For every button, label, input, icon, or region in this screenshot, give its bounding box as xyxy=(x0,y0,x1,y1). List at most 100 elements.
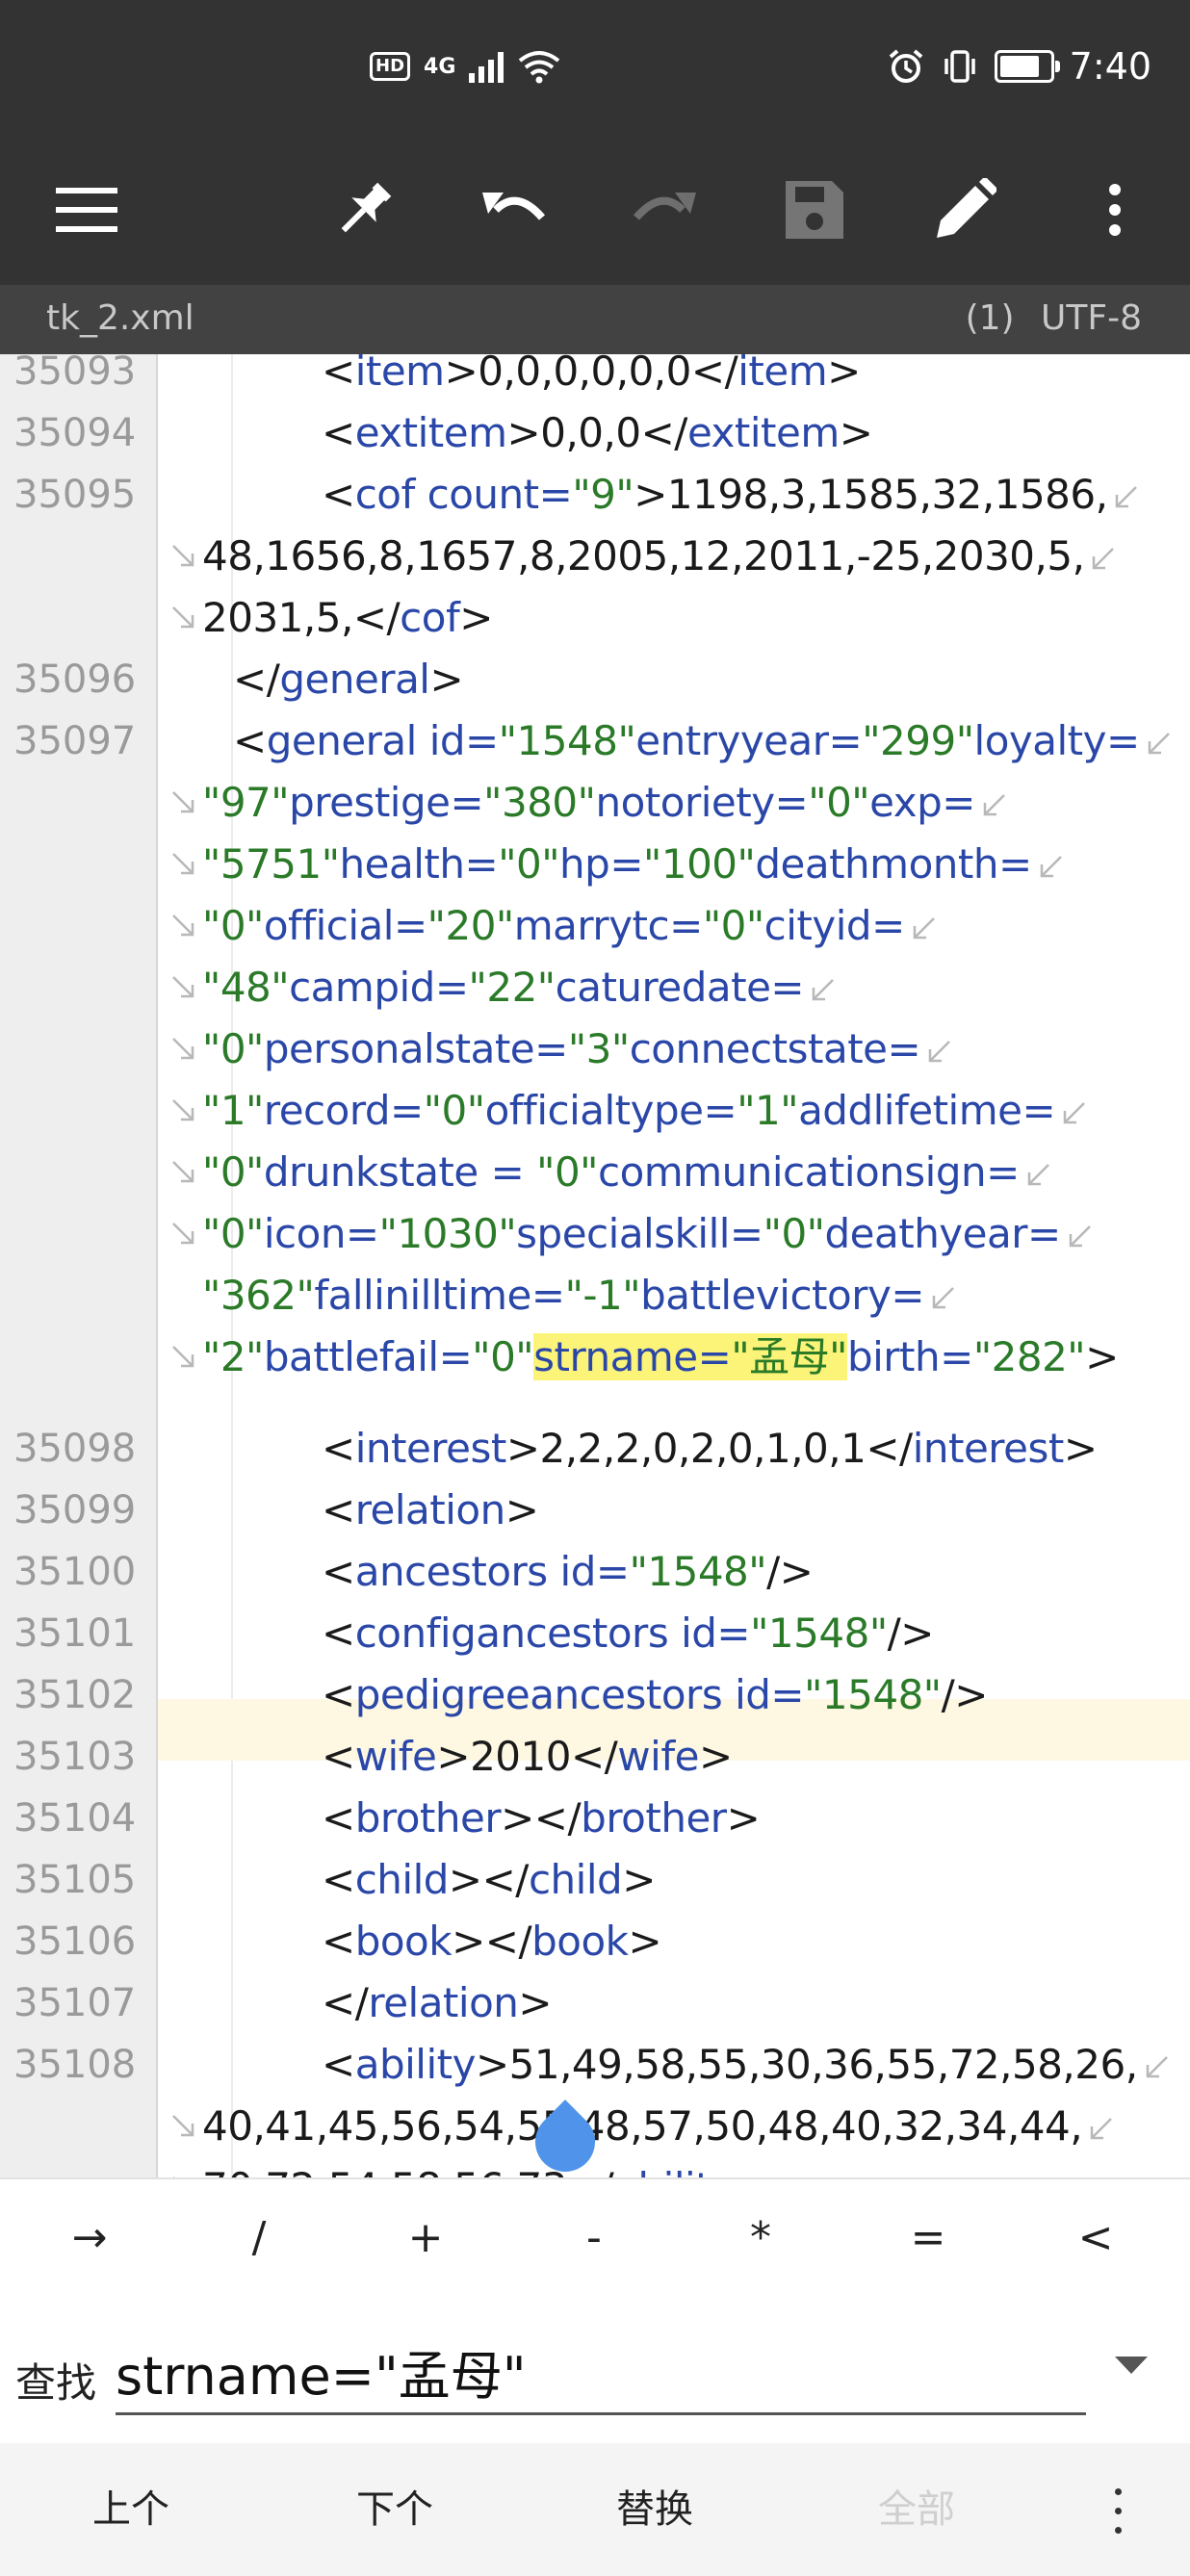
code-line: <cof count="9">1198,3,1585,32,1586, xyxy=(322,464,1140,526)
signal-icon xyxy=(469,50,504,83)
wrap-continue-icon xyxy=(172,606,194,629)
more-vert-icon xyxy=(1109,184,1121,236)
symbol-key[interactable]: - xyxy=(509,2179,679,2297)
symbol-key[interactable]: * xyxy=(676,2179,845,2297)
menu-button[interactable] xyxy=(48,171,125,248)
battery-icon xyxy=(994,50,1060,83)
code-editor[interactable]: 35093 35094 35095 35096 35097 35098 3509… xyxy=(0,354,1190,2177)
wrap-continue-icon xyxy=(172,853,194,875)
wrap-continue-icon xyxy=(172,1099,194,1121)
wrap-arrow-icon xyxy=(1146,2055,1168,2077)
line-number: 35104 xyxy=(13,1796,137,1841)
find-bar: 查找 xyxy=(0,2297,1190,2441)
code-line: <configancestors id="1548"/> xyxy=(322,1610,934,1657)
line-number: 35095 xyxy=(13,473,137,517)
save-icon xyxy=(786,181,843,239)
code-line-wrap: "5751"health="0"hp="100"deathmonth= xyxy=(202,834,1065,895)
replace-button[interactable]: 替换 xyxy=(568,2443,741,2576)
line-number: 35094 xyxy=(13,411,137,455)
find-history-dropdown[interactable] xyxy=(1115,2357,1148,2374)
code-line-wrap: 70,72,54,58,56,73</ability> xyxy=(202,2157,768,2177)
undo-button[interactable] xyxy=(476,171,553,248)
wrap-arrow-icon xyxy=(928,1040,951,1062)
line-number: 35099 xyxy=(13,1488,137,1533)
code-line-wrap: 2031,5,</cof> xyxy=(202,594,493,641)
pin-button[interactable] xyxy=(325,171,402,248)
find-more-button[interactable] xyxy=(1103,2482,1132,2539)
line-number: 35102 xyxy=(13,1673,137,1717)
code-line: <ancestors id="1548"/> xyxy=(322,1548,814,1595)
symbol-key[interactable]: / xyxy=(174,2179,344,2297)
code-line: <book></book> xyxy=(322,1918,662,1965)
clock: 7:40 xyxy=(1069,45,1151,88)
save-button[interactable] xyxy=(776,171,853,248)
symbol-key[interactable]: → xyxy=(5,2179,174,2297)
wrap-arrow-icon xyxy=(1063,1101,1086,1123)
line-number: 35103 xyxy=(13,1735,137,1779)
alarm-icon xyxy=(889,49,922,83)
line-number: 35096 xyxy=(13,657,137,702)
code-line-wrap: "1"record="0"officialtype="1"addlifetime… xyxy=(202,1080,1088,1142)
wrap-arrow-icon xyxy=(1116,485,1138,507)
line-number: 35101 xyxy=(13,1611,137,1656)
encoding[interactable]: UTF-8 xyxy=(1041,298,1142,338)
wrap-continue-icon xyxy=(172,1346,194,1368)
edit-icon xyxy=(937,178,996,238)
line-number: 35108 xyxy=(13,2043,137,2087)
code-line: <interest>2,2,2,0,2,0,1,0,1</interest> xyxy=(322,1425,1098,1472)
status-bar: HD 4G 7:40 xyxy=(0,0,1190,135)
code-line-wrap: "0"drunkstate = "0"communicationsign= xyxy=(202,1142,1052,1203)
network-type: 4G xyxy=(424,54,456,79)
wrap-continue-icon xyxy=(172,1223,194,1245)
wrap-continue-icon xyxy=(172,976,194,998)
code-line: <pedigreeancestors id="1548"/> xyxy=(322,1671,988,1718)
code-line: <relation> xyxy=(322,1486,539,1533)
more-button[interactable] xyxy=(1076,171,1153,248)
wifi-icon xyxy=(519,51,560,84)
hd-badge: HD xyxy=(370,52,411,81)
line-number: 35097 xyxy=(13,719,137,763)
code-line-wrap: "97"prestige="380"notoriety="0"exp= xyxy=(202,772,1008,834)
redo-button[interactable] xyxy=(626,171,703,248)
redo-icon xyxy=(633,193,696,220)
wrap-arrow-icon xyxy=(1069,1224,1091,1247)
file-info: (1) UTF-8 xyxy=(966,298,1142,338)
code-line: <ability>51,49,58,55,30,36,55,72,58,26, xyxy=(322,2034,1171,2096)
wrap-continue-icon xyxy=(172,545,194,567)
code-line: <brother></brother> xyxy=(322,1794,761,1842)
replace-all-button[interactable]: 全部 xyxy=(830,2443,1003,2576)
find-prev-button[interactable]: 上个 xyxy=(44,2443,218,2576)
code-line-wrap: "0"icon="1030"specialskill="0"deathyear= xyxy=(202,1203,1094,1265)
search-match-highlight: strname="孟母" xyxy=(533,1333,847,1380)
wrap-continue-icon xyxy=(172,1161,194,1183)
wrap-arrow-icon xyxy=(932,1286,954,1308)
code-line: </relation> xyxy=(322,1979,553,2026)
code-line-wrap: "0"personalstate="3"connectstate= xyxy=(202,1018,953,1080)
wrap-continue-icon xyxy=(172,2115,194,2137)
file-name[interactable]: tk_2.xml xyxy=(46,298,194,338)
code-line: <extitem>0,0,0</extitem> xyxy=(322,409,873,456)
line-number: 35098 xyxy=(13,1427,137,1471)
wrap-arrow-icon xyxy=(1040,855,1062,877)
code-line-wrap: "362"fallinilltime="-1"battlevictory= xyxy=(202,1265,957,1327)
symbol-key[interactable]: = xyxy=(843,2179,1013,2297)
code-line: </general> xyxy=(233,656,464,703)
code-line-wrap: 40,41,45,56,54,55,48,57,50,48,40,32,34,4… xyxy=(202,2096,1115,2157)
wrap-continue-icon xyxy=(172,791,194,813)
find-input[interactable] xyxy=(116,2330,1086,2415)
wrap-arrow-icon xyxy=(1148,732,1170,754)
code-line-wrap: "48"campid="22"caturedate= xyxy=(202,957,837,1018)
code-line-wrap: 48,1656,8,1657,8,2005,12,2011,-25,2030,5… xyxy=(202,526,1117,587)
code-line: <general id="1548"entryyear="299"loyalty… xyxy=(233,710,1173,772)
line-number: 35093 xyxy=(13,354,137,394)
symbol-key[interactable]: < xyxy=(1011,2179,1180,2297)
undo-icon xyxy=(482,193,546,220)
find-next-button[interactable]: 下个 xyxy=(308,2443,481,2576)
edit-button[interactable] xyxy=(926,171,1003,248)
symbol-bar: → / + - * = < xyxy=(0,2177,1190,2299)
symbol-key[interactable]: + xyxy=(341,2179,510,2297)
line-number: 35100 xyxy=(13,1550,137,1594)
wrap-arrow-icon xyxy=(1093,547,1115,569)
find-label: 查找 xyxy=(15,2359,97,2407)
wrap-arrow-icon xyxy=(1027,1163,1049,1185)
